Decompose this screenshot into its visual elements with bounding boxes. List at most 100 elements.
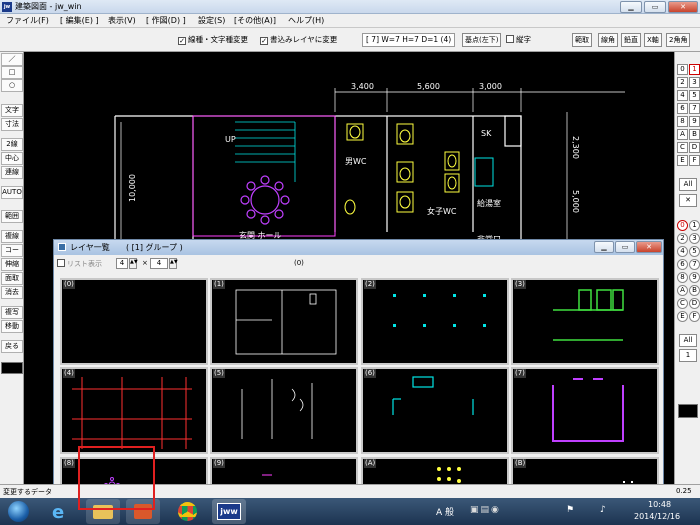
tool-center-line-button[interactable]: 中心線 <box>1 152 23 165</box>
layer-button-4[interactable]: 4 <box>677 246 688 257</box>
columns-spinner[interactable]: 4 <box>116 258 128 269</box>
dialog-minimize-button[interactable]: ▁ <box>594 241 614 253</box>
layer-group-button-e[interactable]: E <box>677 155 688 166</box>
layer-button-6[interactable]: 6 <box>677 259 688 270</box>
layer-cell-7[interactable]: (7) <box>511 367 659 454</box>
layer-group-button-5[interactable]: 5 <box>689 90 700 101</box>
layer-group-button-9[interactable]: 9 <box>689 116 700 127</box>
tool-undo-button[interactable]: 戻る <box>1 340 23 353</box>
layer-button-1[interactable]: 1 <box>689 220 700 231</box>
layer-group-button-7[interactable]: 7 <box>689 103 700 114</box>
layer-group-button-3[interactable]: 3 <box>689 77 700 88</box>
layer-button-0[interactable]: 0 <box>677 220 688 231</box>
menu-settings[interactable]: 設定(S) <box>198 15 225 27</box>
dialog-close-button[interactable]: ✕ <box>636 241 662 253</box>
layer-group-button-c[interactable]: C <box>677 142 688 153</box>
range-button[interactable]: 範取 <box>572 33 592 47</box>
tool-auto-button[interactable]: AUTO <box>1 186 23 199</box>
tool-erase-button[interactable]: 消去 <box>1 286 23 299</box>
layer-group-clear-button[interactable]: ✕ <box>679 194 697 207</box>
clock-time[interactable]: 10:48 <box>648 500 671 509</box>
start-button[interactable] <box>4 499 34 524</box>
tool-parallel-line-button[interactable]: 複線 <box>1 230 23 243</box>
vertical-button[interactable]: 鉛直 <box>621 33 641 47</box>
line-type-change-checkbox[interactable]: ✓ 線種・文字種変更 <box>178 32 248 48</box>
write-layer-change-checkbox[interactable]: ✓ 書込みレイヤに変更 <box>260 32 337 48</box>
menu-other[interactable]: [その他(A)] <box>234 15 276 27</box>
minimize-button[interactable]: ▁ <box>620 1 642 13</box>
layer-cell-1[interactable]: (1) <box>210 278 358 365</box>
layer-button-8[interactable]: 8 <box>677 272 688 283</box>
layer-one-button[interactable]: 1 <box>679 349 697 362</box>
layer-cell-2[interactable]: (2) <box>361 278 509 365</box>
tool-copy-button[interactable]: 複写 <box>1 306 23 319</box>
layer-cell-4[interactable]: (4) <box>60 367 208 454</box>
layer-button-e[interactable]: E <box>677 311 688 322</box>
chrome-taskbar-button[interactable] <box>170 499 204 524</box>
tool-text-button[interactable]: 文字 <box>1 104 23 117</box>
dialog-maximize-button[interactable]: ▭ <box>615 241 635 253</box>
layer-cell-6[interactable]: (6) <box>361 367 509 454</box>
layer-cell-5[interactable]: (5) <box>210 367 358 454</box>
tray-icons[interactable]: ▣▤◉ <box>470 505 501 515</box>
layer-all-button[interactable]: All <box>679 334 697 347</box>
menu-edit[interactable]: [ 編集(E) ] <box>60 15 99 27</box>
layer-button-3[interactable]: 3 <box>689 233 700 244</box>
tool-extend-button[interactable]: 伸縮 <box>1 258 23 271</box>
layer-group-button-1[interactable]: 1 <box>689 64 700 75</box>
layer-button-b[interactable]: B <box>689 285 700 296</box>
ime-indicator[interactable]: A 般 <box>436 505 454 518</box>
list-display-checkbox[interactable]: リスト表示 <box>57 259 102 269</box>
close-button[interactable]: ✕ <box>668 1 698 13</box>
layer-button-9[interactable]: 9 <box>689 272 700 283</box>
line-color-swatch[interactable] <box>1 362 23 374</box>
jww-taskbar-button[interactable]: jww <box>212 499 246 524</box>
rows-spinner[interactable]: 4 <box>150 258 168 269</box>
layer-group-button-b[interactable]: B <box>689 129 700 140</box>
layer-group-button-4[interactable]: 4 <box>677 90 688 101</box>
menu-file[interactable]: ファイル(F) <box>6 15 49 27</box>
text-size-field[interactable]: [ 7] W=7 H=7 D=1 (4) <box>362 33 456 47</box>
vertical-text-checkbox[interactable]: 縦字 <box>506 32 531 48</box>
layer-group-button-8[interactable]: 8 <box>677 116 688 127</box>
tool-move-button[interactable]: 移動 <box>1 320 23 333</box>
menu-view[interactable]: 表示(V) <box>108 15 136 27</box>
layer-group-button-f[interactable]: F <box>689 155 700 166</box>
tool-range-button[interactable]: 範囲 <box>1 210 23 223</box>
tool-double-line-button[interactable]: 2線 <box>1 138 23 151</box>
clock-date[interactable]: 2014/12/16 <box>634 512 680 521</box>
layer-group-button-2[interactable]: 2 <box>677 77 688 88</box>
menu-draw[interactable]: [ 作図(D) ] <box>146 15 186 27</box>
tool-chamfer-button[interactable]: 面取 <box>1 272 23 285</box>
spinner-arrows-icon[interactable]: ▲▼ <box>129 258 138 269</box>
layer-button-a[interactable]: A <box>677 285 688 296</box>
spinner-arrows-icon[interactable]: ▲▼ <box>169 258 178 269</box>
layer-cell-3[interactable]: (3) <box>511 278 659 365</box>
layer-group-button-a[interactable]: A <box>677 129 688 140</box>
layer-button-d[interactable]: D <box>689 298 700 309</box>
tool-circle-button[interactable]: ○ <box>1 79 23 92</box>
tool-line-button[interactable]: ／ <box>1 53 23 66</box>
line-angle-button[interactable]: 線角 <box>598 33 618 47</box>
layer-button-2[interactable]: 2 <box>677 233 688 244</box>
layer-group-button-d[interactable]: D <box>689 142 700 153</box>
tool-corner-button[interactable]: コーナー <box>1 244 23 257</box>
tool-connect-line-button[interactable]: 連線 <box>1 166 23 179</box>
tool-rect-button[interactable]: □ <box>1 66 23 79</box>
layer-group-button-0[interactable]: 0 <box>677 64 688 75</box>
base-point-button[interactable]: 基点(左下) <box>462 33 502 47</box>
layer-button-7[interactable]: 7 <box>689 259 700 270</box>
layer-group-all-button[interactable]: All <box>679 178 697 191</box>
maximize-button[interactable]: ▭ <box>644 1 666 13</box>
flag-icon[interactable]: ⚑ <box>566 505 574 515</box>
layer-group-button-6[interactable]: 6 <box>677 103 688 114</box>
menu-help[interactable]: ヘルプ(H) <box>288 15 324 27</box>
layer-button-5[interactable]: 5 <box>689 246 700 257</box>
volume-icon[interactable]: ♪ <box>600 505 606 515</box>
layer-cell-0[interactable]: (0) <box>60 278 208 365</box>
ie-taskbar-button[interactable]: e <box>44 499 78 524</box>
x-axis-button[interactable]: X軸 <box>644 33 662 47</box>
layer-button-f[interactable]: F <box>689 311 700 322</box>
two-angle-button[interactable]: 2角角 <box>666 33 691 47</box>
layer-button-c[interactable]: C <box>677 298 688 309</box>
